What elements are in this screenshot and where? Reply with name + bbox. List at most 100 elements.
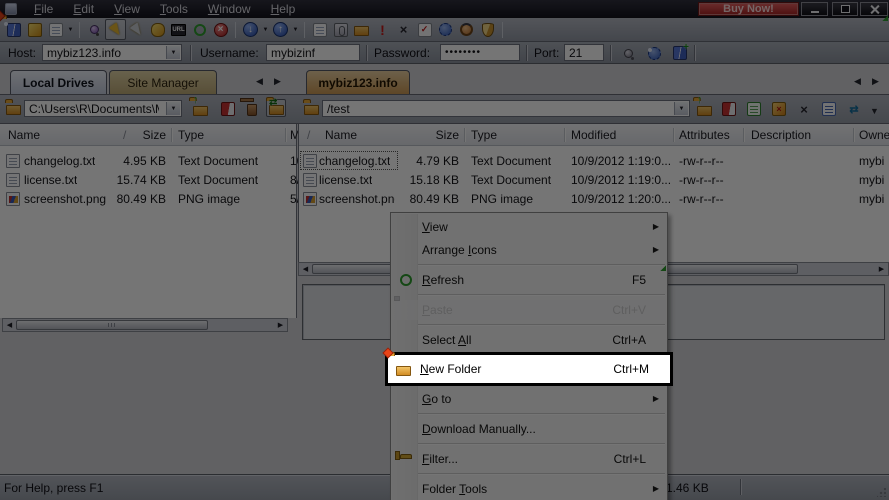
parent-folder-icon[interactable] — [694, 100, 714, 118]
column-size[interactable]: Size — [132, 128, 166, 142]
details-view-icon[interactable] — [819, 100, 839, 118]
select-cursor-icon[interactable] — [105, 19, 126, 40]
restore-button[interactable] — [832, 2, 858, 16]
parent-folder-icon[interactable] — [190, 100, 210, 118]
connect-plug-icon[interactable] — [618, 44, 638, 62]
menubar-view[interactable]: View — [104, 0, 150, 18]
more-options-icon[interactable]: ▼ — [870, 106, 879, 116]
menu-item-new-folder[interactable]: New Folder Ctrl+M — [385, 352, 673, 386]
disconnect-cursor-icon[interactable] — [126, 19, 147, 40]
resize-grip[interactable] — [877, 488, 886, 497]
menu-item-filter[interactable]: Filter... Ctrl+L — [391, 447, 667, 470]
menu-item-download-manually[interactable]: Download Manually... — [391, 417, 667, 440]
column-attributes[interactable]: Attributes — [679, 128, 730, 142]
delete-icon[interactable] — [794, 100, 814, 118]
menu-item-refresh[interactable]: Refresh F5 — [391, 268, 667, 291]
download-icon[interactable] — [240, 19, 261, 40]
tab-local-drives[interactable]: Local Drives — [10, 70, 107, 94]
column-size[interactable]: Size — [395, 128, 459, 142]
password-label: Password: — [374, 46, 431, 60]
menu-item-view[interactable]: View ▶ — [391, 215, 667, 238]
bookmarks-icon[interactable] — [218, 100, 238, 118]
transfer-mode-icon[interactable] — [844, 100, 864, 118]
host-combobox[interactable]: mybiz123.info ▼ — [42, 44, 182, 61]
tab-scroll-left-icon[interactable]: ◀ — [256, 76, 263, 87]
close-button[interactable] — [860, 2, 888, 16]
url-icon[interactable]: URL — [168, 19, 189, 40]
local-horizontal-scrollbar[interactable]: ◀ ▶ — [2, 318, 288, 332]
connection-gear-icon[interactable] — [644, 44, 664, 62]
column-modified[interactable]: Modified — [571, 128, 616, 142]
new-item-dropdown-icon[interactable]: ▼ — [66, 19, 75, 40]
new-folder-icon[interactable] — [351, 19, 372, 40]
remote-path-combobox[interactable]: /test ▼ — [322, 100, 690, 117]
synchronize-folders-icon[interactable] — [266, 99, 286, 117]
username-input[interactable]: mybizinf — [266, 44, 360, 61]
menu-item-folder-tools[interactable]: Folder Tools ▶ — [391, 477, 667, 500]
settings-gear-icon[interactable] — [435, 19, 456, 40]
menu-item-paste[interactable]: Paste Ctrl+V — [391, 298, 667, 321]
important-icon[interactable] — [372, 19, 393, 40]
buy-now-button[interactable]: Buy Now! — [698, 2, 799, 16]
menu-item-select-all[interactable]: Select All Ctrl+A — [391, 328, 667, 351]
new-item-icon[interactable] — [45, 19, 66, 40]
upload-icon[interactable] — [270, 19, 291, 40]
refresh-icon[interactable] — [189, 19, 210, 40]
scroll-left-icon[interactable]: ◀ — [299, 265, 312, 273]
add-site-book-icon[interactable] — [670, 42, 690, 62]
column-name[interactable]: Name — [8, 128, 40, 142]
tab-scroll-right-icon[interactable]: ▶ — [274, 76, 281, 87]
local-path-combobox[interactable]: C:\Users\R\Documents\My ▼ — [24, 100, 182, 117]
upload-dropdown-icon[interactable]: ▼ — [291, 19, 300, 40]
local-list-header[interactable]: Name / Size Type M — [0, 124, 300, 146]
column-description[interactable]: Description — [751, 128, 811, 142]
download-dropdown-icon[interactable]: ▼ — [261, 19, 270, 40]
column-type[interactable]: Type — [471, 128, 497, 142]
file-row[interactable]: license.txt 15.18 KB Text Document 10/9/… — [299, 170, 889, 189]
reference-icon[interactable] — [330, 19, 351, 40]
menubar-window[interactable]: Window — [198, 0, 261, 18]
tab-scroll-left-icon[interactable]: ◀ — [854, 76, 861, 87]
support-icon[interactable] — [456, 19, 477, 40]
bookmarks-icon[interactable] — [719, 100, 739, 118]
tab-site-manager[interactable]: Site Manager — [109, 70, 217, 94]
new-item-wand-icon[interactable] — [769, 100, 789, 118]
menubar-file[interactable]: File — [24, 0, 63, 18]
menubar-help[interactable]: Help — [261, 0, 306, 18]
edit-document-icon[interactable] — [744, 100, 764, 118]
pin-icon[interactable] — [84, 19, 105, 40]
file-row[interactable]: license.txt 15.74 KB Text Document 8/ — [0, 170, 300, 189]
tab-scroll-right-icon[interactable]: ▶ — [872, 76, 879, 87]
column-name[interactable]: Name — [325, 128, 357, 142]
scroll-right-icon[interactable]: ▶ — [875, 265, 888, 273]
file-row[interactable]: screenshot.png 80.49 KB PNG image 10/9/2… — [299, 189, 889, 208]
host-dropdown-icon[interactable]: ▼ — [166, 46, 180, 59]
remote-list-header[interactable]: / Name Size Type Modified Attributes Des… — [299, 124, 889, 146]
path-dropdown-icon[interactable]: ▼ — [166, 102, 180, 115]
menubar-edit[interactable]: Edit — [63, 0, 104, 18]
minimize-button[interactable] — [801, 2, 828, 16]
file-row[interactable]: changelog.txt 4.95 KB Text Document 10 — [0, 151, 303, 170]
column-type[interactable]: Type — [178, 128, 204, 142]
password-input[interactable]: •••••••• — [440, 44, 520, 61]
connection-wizard-icon[interactable] — [24, 19, 45, 40]
path-dropdown-icon[interactable]: ▼ — [674, 102, 688, 115]
menubar-tools[interactable]: Tools — [150, 0, 198, 18]
scroll-left-icon[interactable]: ◀ — [3, 321, 16, 329]
notes-icon[interactable] — [309, 19, 330, 40]
scrollbar-thumb[interactable] — [16, 320, 208, 330]
file-row-selected[interactable]: changelog.txt 4.79 KB Text Document 10/9… — [299, 151, 889, 170]
quick-connect-icon[interactable] — [147, 19, 168, 40]
port-input[interactable]: 21 — [564, 44, 604, 61]
tab-remote-site[interactable]: mybiz123.info — [306, 70, 410, 94]
column-owner[interactable]: Owner — [859, 128, 889, 142]
delete-icon[interactable] — [393, 19, 414, 40]
stop-icon[interactable] — [210, 19, 231, 40]
file-row[interactable]: screenshot.png 80.49 KB PNG image 5/ — [0, 189, 300, 208]
menu-item-go-to[interactable]: Go to ▶ — [391, 387, 667, 410]
menu-item-arrange-icons[interactable]: Arrange Icons ▶ — [391, 238, 667, 261]
security-shield-icon[interactable] — [477, 19, 498, 40]
tasks-icon[interactable] — [414, 19, 435, 40]
scroll-right-icon[interactable]: ▶ — [274, 321, 287, 329]
delete-icon[interactable] — [242, 100, 262, 118]
